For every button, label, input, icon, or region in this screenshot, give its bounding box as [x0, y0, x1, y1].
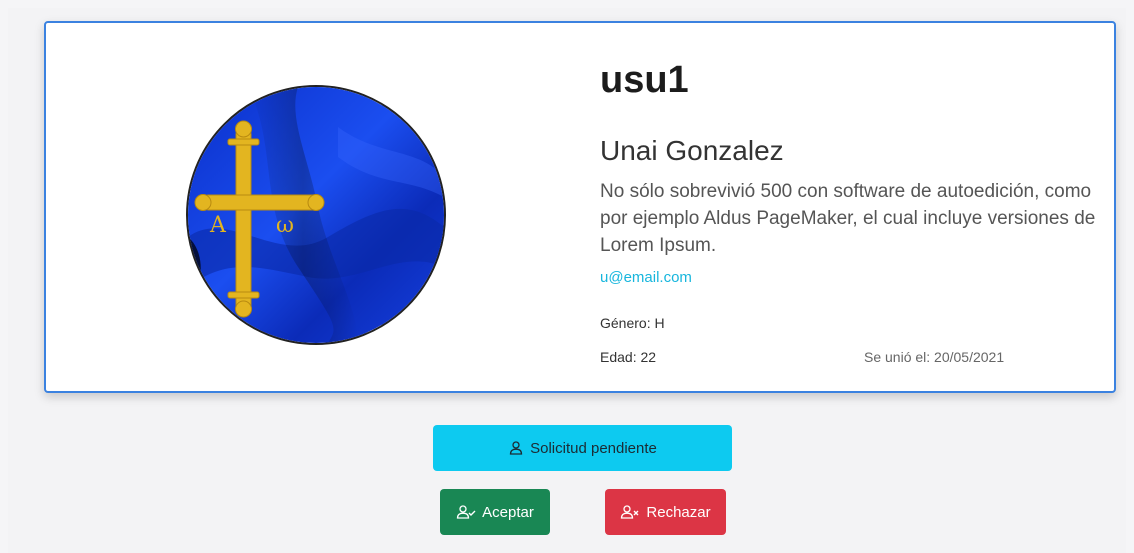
- alpha-glyph: A: [209, 213, 227, 238]
- pending-request-button[interactable]: Solicitud pendiente: [433, 425, 732, 471]
- reject-button[interactable]: Rechazar: [605, 489, 726, 535]
- gender-text: Género: H: [600, 315, 665, 331]
- reject-label: Rechazar: [646, 503, 711, 521]
- profile-avatar: A ω: [186, 85, 446, 345]
- pending-request-label: Solicitud pendiente: [530, 439, 657, 457]
- age-text: Edad: 22: [600, 349, 657, 365]
- omega-glyph: ω: [276, 213, 294, 238]
- accept-button[interactable]: Aceptar: [440, 489, 550, 535]
- person-icon: [509, 441, 523, 455]
- join-date-text: Se unió el: 20/05/2021: [864, 349, 1005, 365]
- email-link[interactable]: u@email.com: [600, 269, 692, 286]
- asturias-flag-avatar: A ω: [188, 87, 444, 343]
- user-bio: No sólo sobrevivió 500 con software de a…: [600, 181, 1096, 256]
- profile-card: A ω usu1 Unai Gonzalez No sólo sobrevivi…: [44, 21, 1116, 393]
- person-check-icon: [456, 505, 476, 519]
- accept-label: Aceptar: [482, 503, 534, 521]
- full-name: Unai Gonzalez: [600, 135, 784, 166]
- username: usu1: [600, 59, 689, 101]
- person-x-icon: [621, 505, 639, 519]
